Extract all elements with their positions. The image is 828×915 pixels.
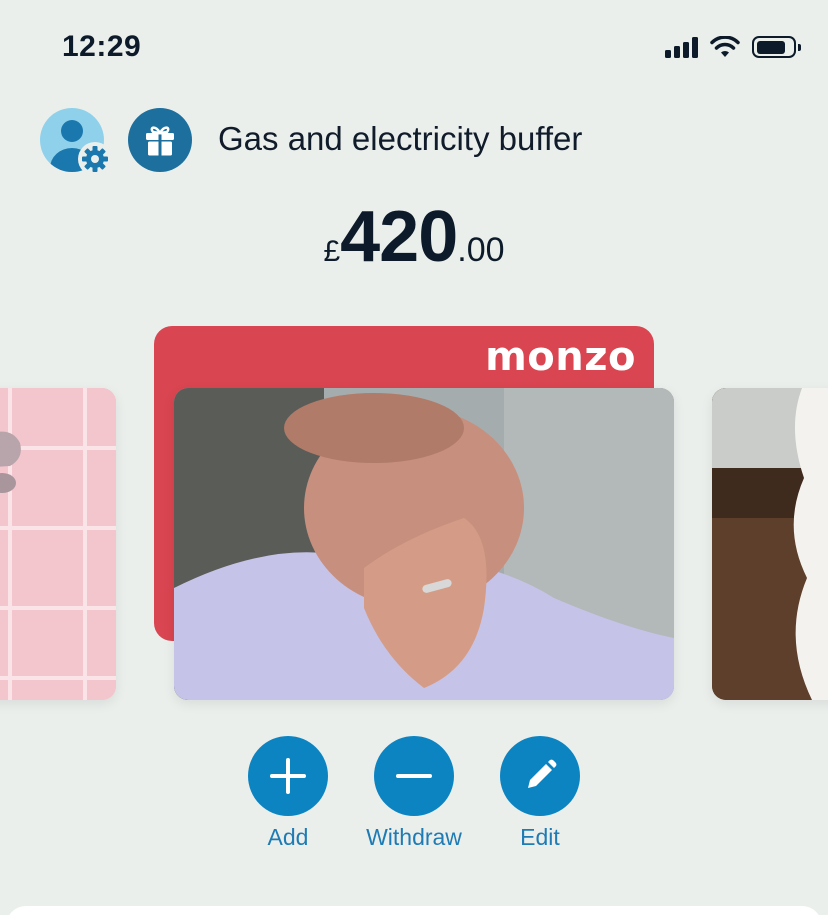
settings-gear-icon[interactable] <box>78 142 112 176</box>
pot-screen: 12:29 Gas and electricity buffer £420.00… <box>0 0 828 915</box>
pot-balance: £420.00 <box>0 196 828 278</box>
balance-whole: 420 <box>340 197 458 277</box>
plus-icon <box>270 758 306 794</box>
dog-photo-image <box>712 388 828 700</box>
status-time: 12:29 <box>62 30 142 63</box>
add-label: Add <box>267 824 309 850</box>
cellular-signal-icon <box>665 36 698 58</box>
pink-tiles-image <box>0 388 116 700</box>
withdraw-action[interactable]: Withdraw <box>354 736 474 851</box>
edit-button[interactable] <box>500 736 580 816</box>
add-button[interactable] <box>248 736 328 816</box>
gift-button[interactable] <box>128 108 192 172</box>
battery-icon <box>752 36 801 58</box>
withdraw-label: Withdraw <box>366 824 462 850</box>
withdraw-button[interactable] <box>374 736 454 816</box>
pot-card-previous[interactable] <box>0 388 116 700</box>
balance-fraction: .00 <box>457 231 505 269</box>
monzo-logo: monzo <box>485 334 636 380</box>
bottom-sheet[interactable] <box>6 906 822 915</box>
minus-icon <box>396 774 432 778</box>
edit-action[interactable]: Edit <box>480 736 600 851</box>
edit-label: Edit <box>520 824 560 850</box>
gift-icon <box>146 126 174 156</box>
pot-card-next[interactable] <box>712 388 828 700</box>
status-icons <box>665 36 801 58</box>
balance-currency: £ <box>323 235 341 268</box>
pot-cover-photo <box>174 388 674 700</box>
pencil-icon <box>528 759 557 788</box>
add-action[interactable]: Add <box>228 736 348 851</box>
pot-title: Gas and electricity buffer <box>218 120 583 157</box>
pot-card-current[interactable] <box>174 388 674 700</box>
wifi-icon <box>710 36 740 57</box>
